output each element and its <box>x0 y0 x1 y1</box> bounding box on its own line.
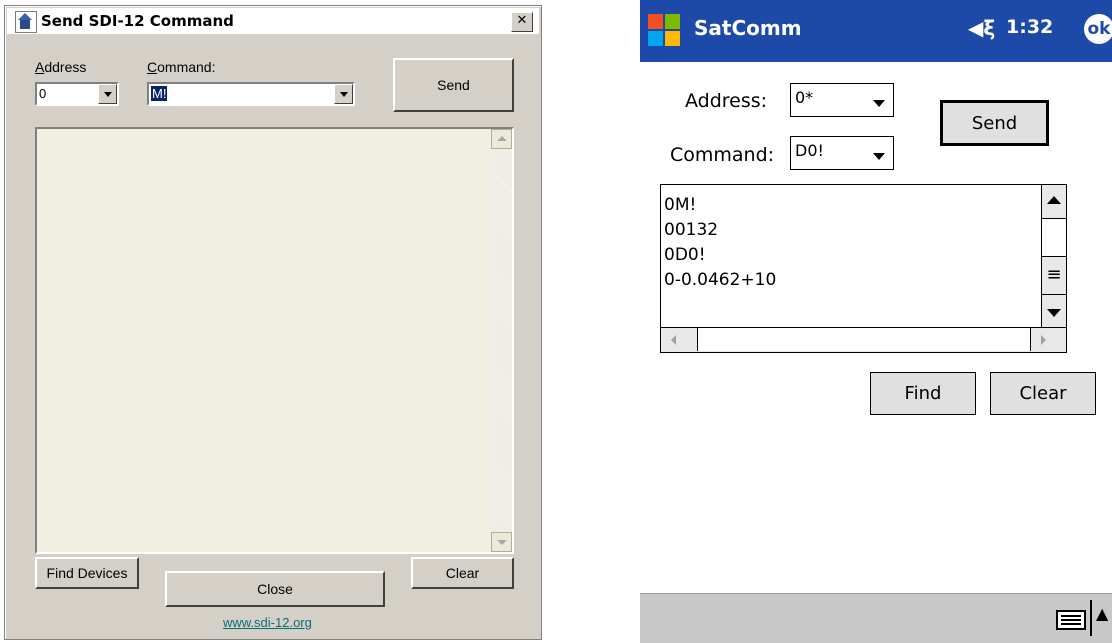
ok-icon[interactable]: ok <box>1084 14 1112 44</box>
list-item: 0M! <box>664 195 697 215</box>
scroll-left-icon[interactable] <box>671 335 676 345</box>
horizontal-scrollbar[interactable] <box>661 327 1066 352</box>
scroll-thumb-horizontal[interactable] <box>697 328 1031 351</box>
address-combo[interactable]: 0 <box>35 82 119 106</box>
clear-button[interactable]: Clear <box>411 557 514 589</box>
input-toggle-icon[interactable]: ▲ <box>1096 604 1108 623</box>
scroll-up-icon[interactable] <box>491 129 512 149</box>
address-value: 0* <box>795 88 814 107</box>
clock[interactable]: 1:32 <box>1006 16 1053 38</box>
send-sdi12-dialog: Send SDI-12 Command ✕ Address 0 Command:… <box>4 5 542 640</box>
list-item: 0-0.0462+10 <box>664 270 777 290</box>
vertical-scrollbar[interactable]: ≡ <box>1041 185 1066 333</box>
chevron-down-icon[interactable] <box>98 84 117 104</box>
command-combo[interactable]: D0! <box>790 136 894 170</box>
device-titlebar: SatComm ◀ξ 1:32 ok <box>640 0 1112 62</box>
send-button[interactable]: Send <box>393 58 514 112</box>
windows-flag-icon[interactable] <box>646 12 682 48</box>
vertical-scrollbar[interactable] <box>491 129 512 552</box>
chevron-down-icon[interactable] <box>873 153 885 160</box>
app-title: SatComm <box>694 16 802 40</box>
response-list[interactable]: 0M! 00132 0D0! 0-0.0462+10 ≡ <box>660 184 1067 353</box>
chevron-down-icon[interactable] <box>873 100 885 107</box>
dialog-title: Send SDI-12 Command <box>41 12 234 30</box>
sdi12-website-link[interactable]: www.sdi-12.org <box>223 615 312 630</box>
command-label: Command: <box>147 59 216 75</box>
menu-divider <box>1090 600 1092 636</box>
chevron-down-icon[interactable] <box>334 84 353 104</box>
address-label: Address: <box>685 90 768 112</box>
scroll-down-icon[interactable] <box>491 532 512 552</box>
response-area[interactable] <box>35 127 514 554</box>
keyboard-icon[interactable] <box>1056 610 1086 630</box>
scroll-track[interactable] <box>1042 219 1066 257</box>
command-label: Command: <box>670 144 775 166</box>
scroll-up-icon[interactable] <box>1042 185 1066 219</box>
clear-button[interactable]: Clear <box>990 372 1096 415</box>
find-devices-button[interactable]: Find Devices <box>35 557 139 589</box>
pocketpc-screen: SatComm ◀ξ 1:32 ok Address: 0* Command: … <box>640 0 1112 643</box>
find-button[interactable]: Find <box>870 372 976 415</box>
address-combo[interactable]: 0* <box>790 83 894 117</box>
address-label: Address <box>35 59 87 75</box>
command-value: D0! <box>795 141 824 160</box>
scroll-right-icon[interactable] <box>1041 335 1046 345</box>
dialog-titlebar: Send SDI-12 Command ✕ <box>7 8 539 34</box>
command-combo[interactable]: M! <box>147 82 355 106</box>
address-value: 0 <box>39 86 47 101</box>
bottom-menu-bar: ▲ <box>640 593 1112 643</box>
list-item: 00132 <box>664 220 719 240</box>
volume-icon[interactable]: ◀ξ <box>968 16 995 40</box>
list-item: 0D0! <box>664 245 706 265</box>
command-value[interactable]: M! <box>151 86 168 101</box>
scroll-thumb[interactable]: ≡ <box>1042 257 1066 295</box>
app-icon <box>15 11 37 33</box>
close-button[interactable]: Close <box>165 571 385 607</box>
close-icon[interactable]: ✕ <box>511 12 533 32</box>
send-button[interactable]: Send <box>940 100 1049 146</box>
